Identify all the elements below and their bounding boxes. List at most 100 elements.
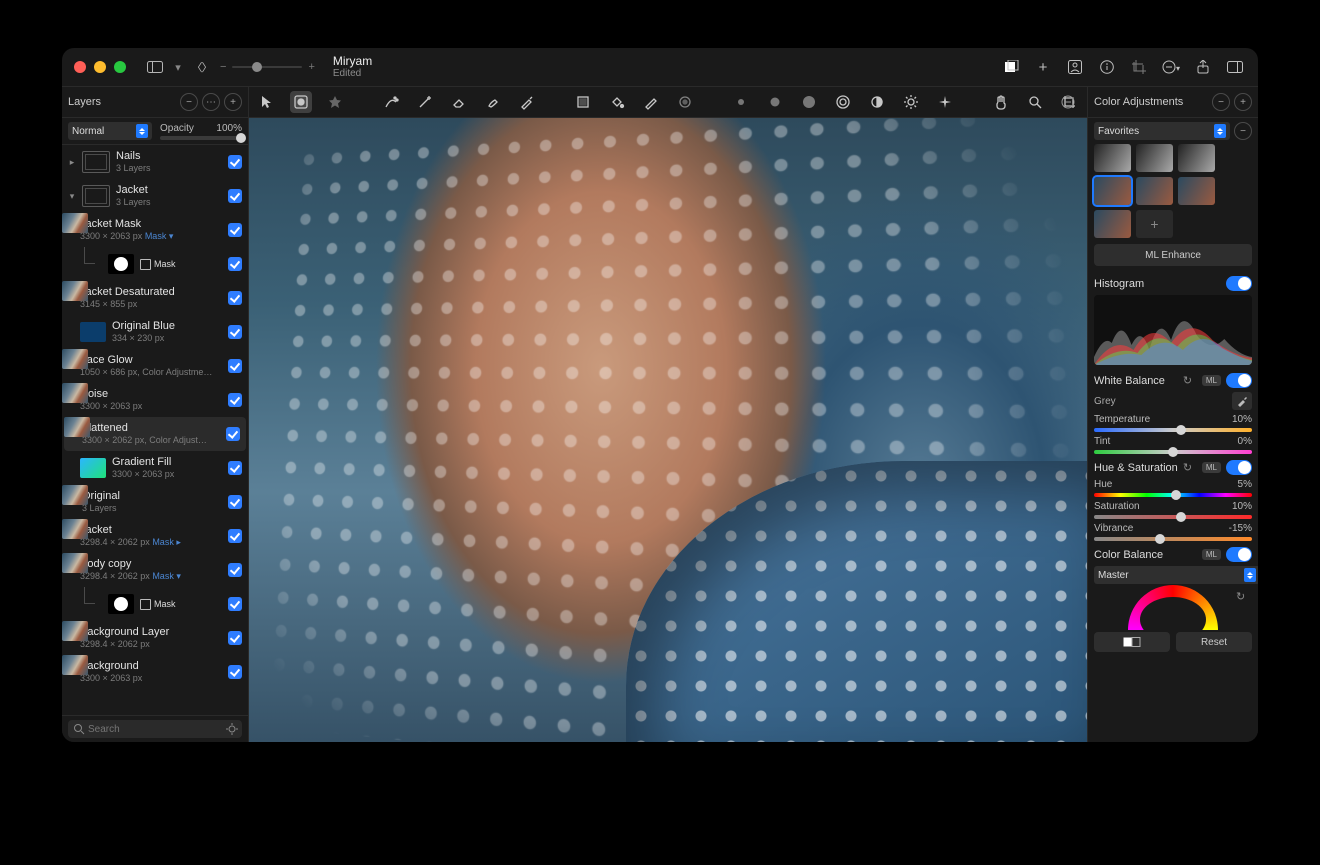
hand-tool[interactable] <box>990 91 1012 113</box>
zoom-slider[interactable] <box>232 66 302 68</box>
share-icon[interactable] <box>1192 56 1214 78</box>
disclosure-icon[interactable]: ▸ <box>68 157 76 168</box>
blend-mode-select[interactable]: Normal <box>68 122 152 140</box>
hue-sat-toggle[interactable] <box>1226 460 1252 475</box>
layer-row-orig-jacket[interactable]: Jacket3298.4 × 2062 px Mask ▸ <box>62 519 248 553</box>
sparkle-tool[interactable] <box>934 91 956 113</box>
vibrance-slider[interactable]: Vibrance-15% <box>1094 523 1252 541</box>
close-window[interactable] <box>74 61 86 73</box>
reset-button[interactable]: Reset <box>1176 632 1252 652</box>
temperature-slider[interactable]: Temperature10% <box>1094 414 1252 432</box>
layer-visibility-checkbox[interactable] <box>228 223 242 237</box>
adjustments-add-button[interactable]: + <box>1234 93 1252 111</box>
bucket-tool[interactable] <box>606 91 628 113</box>
color-balance-toggle[interactable] <box>1226 547 1252 562</box>
layer-visibility-checkbox[interactable] <box>228 631 242 645</box>
layer-row-jacket-mask-img[interactable]: Mask <box>62 247 248 281</box>
layer-row-body-mask[interactable]: Mask <box>62 587 248 621</box>
opacity-slider[interactable] <box>160 136 242 140</box>
preset-thumb-6[interactable] <box>1178 177 1215 205</box>
layer-row-jacket-desat[interactable]: Jacket Desaturated3145 × 855 px <box>62 281 248 315</box>
hue-slider[interactable]: Hue5% <box>1094 479 1252 497</box>
star-tool[interactable] <box>324 91 346 113</box>
layer-row-jacket[interactable]: ▾Jacket3 Layers <box>62 179 248 213</box>
layer-visibility-checkbox[interactable] <box>228 563 242 577</box>
layer-row-gradient-fill[interactable]: Gradient Fill3300 × 2063 px <box>62 451 248 485</box>
layer-visibility-checkbox[interactable] <box>228 325 242 339</box>
pen-tool[interactable] <box>516 91 538 113</box>
eraser-tool[interactable] <box>448 91 470 113</box>
layer-row-bg[interactable]: Background3300 × 2063 px <box>62 655 248 689</box>
light-tool[interactable] <box>900 91 922 113</box>
layer-visibility-checkbox[interactable] <box>228 291 242 305</box>
layer-visibility-checkbox[interactable] <box>228 529 242 543</box>
effects-menu-icon[interactable]: ▾ <box>1160 56 1182 78</box>
hue-sat-reset-icon[interactable]: ↻ <box>1183 461 1197 475</box>
style-tool[interactable] <box>290 91 312 113</box>
brush-tool[interactable] <box>482 91 504 113</box>
crop-icon[interactable] <box>1128 56 1150 78</box>
ml-enhance-button[interactable]: ML Enhance <box>1094 244 1252 266</box>
layer-visibility-checkbox[interactable] <box>228 495 242 509</box>
zoom-in-button[interactable]: + <box>308 61 314 73</box>
pencil-tool[interactable] <box>640 91 662 113</box>
layer-visibility-checkbox[interactable] <box>228 189 242 203</box>
color-balance-reset-icon[interactable]: ↻ <box>1236 590 1250 604</box>
inspector-toggle-icon[interactable] <box>1224 56 1246 78</box>
maximize-window[interactable] <box>114 61 126 73</box>
blur-tool[interactable] <box>674 91 696 113</box>
search-options-icon[interactable] <box>226 723 238 735</box>
layers-remove-button[interactable]: − <box>180 93 198 111</box>
sidebar-menu-icon[interactable]: ▾ <box>172 56 184 78</box>
tint-slider[interactable]: Tint0% <box>1094 436 1252 454</box>
color-balance-wheel[interactable]: ↻ <box>1094 588 1252 626</box>
color-balance-range-select[interactable]: Master <box>1094 566 1258 584</box>
white-balance-toggle[interactable] <box>1226 373 1252 388</box>
exposure-tool[interactable] <box>866 91 888 113</box>
layer-row-face-glow[interactable]: Face Glow1050 × 686 px, Color Adjustme… <box>62 349 248 383</box>
crop-preset-tool[interactable] <box>572 91 594 113</box>
zoom-tool[interactable] <box>1024 91 1046 113</box>
layer-row-original-blue[interactable]: Original Blue334 × 230 px <box>62 315 248 349</box>
saturation-slider[interactable]: Saturation10% <box>1094 501 1252 519</box>
histogram-toggle[interactable] <box>1226 276 1252 291</box>
collapse-tools-icon[interactable] <box>1057 91 1079 113</box>
info-icon[interactable] <box>1096 56 1118 78</box>
preset-thumb-4[interactable] <box>1094 177 1131 205</box>
canvas[interactable] <box>249 118 1087 742</box>
layer-row-noise[interactable]: Noise3300 × 2063 px <box>62 383 248 417</box>
layer-search-input[interactable] <box>68 720 242 738</box>
layer-row-original[interactable]: ▾Original3 Layers <box>62 485 248 519</box>
layer-visibility-checkbox[interactable] <box>226 427 240 441</box>
layer-visibility-checkbox[interactable] <box>228 155 242 169</box>
layer-visibility-checkbox[interactable] <box>228 359 242 373</box>
presets-remove-button[interactable]: − <box>1234 122 1252 140</box>
compare-icon[interactable] <box>1000 56 1022 78</box>
eyedropper-icon[interactable] <box>1232 392 1252 410</box>
repair-tool[interactable] <box>380 91 402 113</box>
layer-row-flattened[interactable]: Flattened3300 × 2062 px, Color Adjust… <box>64 417 246 451</box>
preset-thumb-7[interactable] <box>1094 210 1131 238</box>
preset-thumb-2[interactable] <box>1136 144 1173 172</box>
zoom-out-button[interactable]: − <box>220 61 226 73</box>
wand-tool[interactable] <box>414 91 436 113</box>
preset-thumb-1[interactable] <box>1094 144 1131 172</box>
layer-row-jacket-mask[interactable]: Jacket Mask3300 × 2063 px Mask ▾ <box>62 213 248 247</box>
vignette-large[interactable] <box>798 91 820 113</box>
layer-row-body-copy[interactable]: Body copy3298.4 × 2062 px Mask ▾ <box>62 553 248 587</box>
code-toggle-icon[interactable]: 〈 〉 <box>190 56 212 78</box>
preset-thumb-5[interactable] <box>1136 177 1173 205</box>
vignette-small[interactable] <box>730 91 752 113</box>
arrow-tool[interactable] <box>256 91 278 113</box>
preset-add-button[interactable]: + <box>1136 210 1173 238</box>
compare-split-button[interactable] <box>1094 632 1170 652</box>
sidebar-toggle-icon[interactable] <box>144 56 166 78</box>
layer-row-nails[interactable]: ▸Nails3 Layers <box>62 145 248 179</box>
layer-visibility-checkbox[interactable] <box>228 461 242 475</box>
radial-tool[interactable] <box>832 91 854 113</box>
layer-visibility-checkbox[interactable] <box>228 597 242 611</box>
vignette-med[interactable] <box>764 91 786 113</box>
add-icon[interactable]: + <box>1032 56 1054 78</box>
layer-visibility-checkbox[interactable] <box>228 665 242 679</box>
white-balance-reset-icon[interactable]: ↻ <box>1183 374 1197 388</box>
